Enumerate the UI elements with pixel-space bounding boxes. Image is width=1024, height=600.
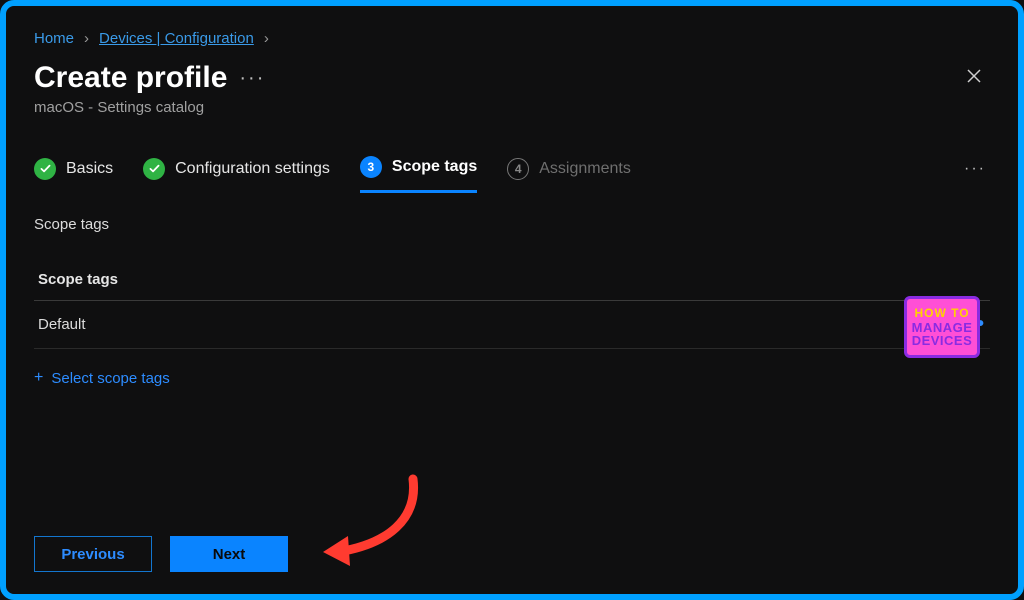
title-more-button[interactable]: ···: [239, 67, 265, 90]
step-configuration-settings[interactable]: Configuration settings: [143, 158, 330, 192]
page-title: Create profile: [34, 61, 227, 95]
add-link-label: Select scope tags: [51, 370, 169, 387]
annotation-arrow-icon: [318, 474, 438, 574]
step-scope-tags[interactable]: 3 Scope tags: [360, 156, 477, 193]
page-subtitle: macOS - Settings catalog: [34, 99, 990, 116]
chevron-right-icon: ›: [264, 30, 269, 47]
scope-tags-table: Scope tags Default •••: [34, 263, 990, 349]
watermark-line: DEVICES: [912, 334, 973, 347]
close-button[interactable]: [958, 63, 990, 94]
plus-icon: +: [34, 369, 43, 387]
step-label: Assignments: [539, 160, 631, 178]
step-label: Configuration settings: [175, 160, 330, 178]
check-icon: [34, 158, 56, 180]
section-heading: Scope tags: [34, 216, 990, 233]
step-number-icon: 3: [360, 156, 382, 178]
wizard-footer: Previous Next: [34, 536, 288, 572]
previous-button[interactable]: Previous: [34, 536, 152, 572]
step-number-icon: 4: [507, 158, 529, 180]
check-icon: [143, 158, 165, 180]
breadcrumb: Home › Devices | Configuration ›: [34, 20, 990, 61]
close-icon: [966, 68, 982, 84]
breadcrumb-home[interactable]: Home: [34, 30, 74, 47]
breadcrumb-devices[interactable]: Devices | Configuration: [99, 30, 254, 47]
table-row: Default •••: [34, 301, 990, 349]
watermark-line: HOW TO: [914, 307, 969, 319]
step-label: Basics: [66, 160, 113, 178]
select-scope-tags-link[interactable]: + Select scope tags: [34, 369, 990, 387]
watermark-badge: HOW TO MANAGE DEVICES: [904, 296, 980, 358]
stepper-more-button[interactable]: ···: [964, 160, 990, 190]
step-label: Scope tags: [392, 158, 477, 176]
table-header: Scope tags: [34, 263, 990, 301]
step-assignments[interactable]: 4 Assignments: [507, 158, 631, 192]
scope-tag-name: Default: [38, 316, 86, 333]
step-basics[interactable]: Basics: [34, 158, 113, 192]
wizard-stepper: Basics Configuration settings 3 Scope ta…: [34, 156, 990, 194]
chevron-right-icon: ›: [84, 30, 89, 47]
next-button[interactable]: Next: [170, 536, 288, 572]
